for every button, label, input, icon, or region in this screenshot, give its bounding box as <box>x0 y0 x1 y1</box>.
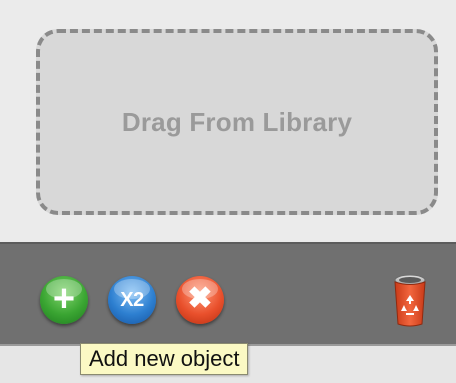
close-icon: ✖ <box>187 282 213 315</box>
add-object-tooltip: Add new object <box>80 343 249 375</box>
plus-icon: + <box>52 277 76 320</box>
library-drop-area: Drag From Library <box>0 0 456 242</box>
tooltip-text: Add new object <box>89 346 240 371</box>
x2-icon: X2 <box>120 289 144 311</box>
trash-button[interactable] <box>392 270 428 328</box>
add-object-button[interactable]: + <box>40 276 88 324</box>
duplicate-object-button[interactable]: X2 <box>108 276 156 324</box>
dropzone-label: Drag From Library <box>121 106 353 137</box>
library-dropzone[interactable]: Drag From Library <box>36 29 438 215</box>
object-editor-panel: Drag From Library + X2 ✖ Add new object <box>0 0 456 383</box>
delete-object-button[interactable]: ✖ <box>176 276 224 324</box>
recycle-bin-icon <box>394 274 426 327</box>
